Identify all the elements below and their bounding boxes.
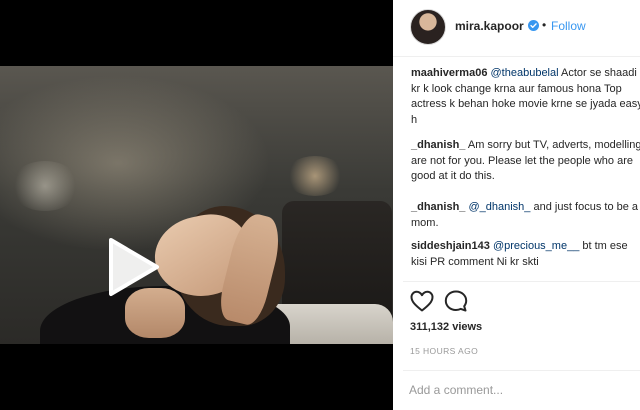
view-count[interactable]: 311,132 views — [410, 321, 482, 333]
divider — [403, 370, 640, 371]
comment-username[interactable]: siddeshjain143 — [411, 240, 490, 252]
post-header: mira.kapoor • Follow — [393, 0, 640, 57]
comment-mention[interactable]: @_dhanish_ — [468, 201, 530, 213]
verified-badge-icon — [528, 20, 539, 31]
avatar[interactable] — [410, 9, 446, 45]
divider — [403, 281, 640, 282]
username-link[interactable]: mira.kapoor — [455, 19, 524, 33]
comment-item: siddeshjain143 @precious_me__ bt tm ese … — [411, 239, 640, 270]
comment-mention[interactable]: @theabubelal — [491, 67, 559, 79]
background-light — [285, 156, 345, 196]
post-timestamp[interactable]: 15 HOURS AGO — [410, 346, 478, 356]
comment-icon[interactable] — [443, 289, 469, 313]
post-sidebar: mira.kapoor • Follow maahiverma06 @theab… — [393, 0, 640, 410]
follow-button[interactable]: Follow — [551, 19, 586, 33]
comment-mention[interactable]: @precious_me__ — [493, 240, 579, 252]
comment-username[interactable]: maahiverma06 — [411, 67, 487, 79]
comment-item: _dhanish_ @_dhanish_ and just focus to b… — [411, 200, 640, 231]
background-light — [10, 161, 80, 211]
lamp-shade — [282, 201, 392, 321]
heart-icon[interactable] — [409, 289, 435, 313]
comment-item: _dhanish_ Am sorry but TV, adverts, mode… — [411, 138, 640, 185]
video-frame[interactable] — [0, 66, 393, 344]
video-player[interactable] — [0, 0, 393, 410]
comment-item: maahiverma06 @theabubelal Actor se shaad… — [411, 66, 640, 128]
separator-dot: • — [542, 18, 547, 32]
comment-username[interactable]: _dhanish_ — [411, 201, 465, 213]
comments-list[interactable]: maahiverma06 @theabubelal Actor se shaad… — [393, 66, 640, 279]
play-icon[interactable] — [103, 236, 161, 298]
comment-input[interactable] — [409, 380, 624, 400]
comment-username[interactable]: _dhanish_ — [411, 139, 465, 151]
